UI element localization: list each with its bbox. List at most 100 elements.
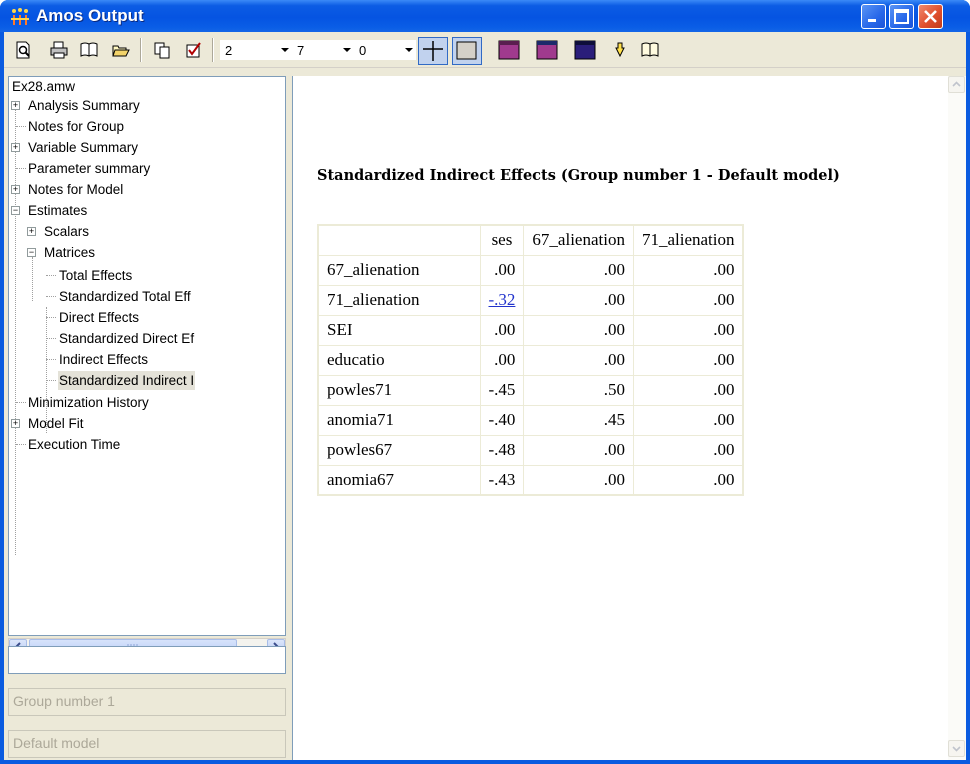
help-book-icon — [641, 42, 659, 57]
table-row: 67_alienation .00.00.00 — [317, 254, 744, 286]
close-button[interactable] — [918, 4, 943, 29]
column-width-combo[interactable]: 7 — [292, 40, 354, 60]
chevron-up-icon — [952, 81, 961, 87]
chevron-down-icon — [281, 48, 289, 52]
table-cell: -.32 — [479, 284, 525, 316]
open-file-button[interactable] — [109, 38, 133, 62]
toolbar-separator — [212, 38, 214, 62]
row-header: anomia67 — [317, 464, 481, 496]
third-combo[interactable]: 0 — [354, 40, 416, 60]
table-cell: .00 — [523, 344, 634, 376]
tree-item-label: Analysis Summary — [28, 98, 140, 113]
navigation-tree[interactable]: Ex28.amw + Analysis Summary Notes for Gr… — [8, 76, 286, 636]
close-icon — [924, 10, 937, 23]
value-link[interactable]: -.32 — [489, 290, 516, 309]
print-button[interactable] — [47, 38, 71, 62]
table-cell: -.40 — [479, 404, 525, 436]
copy-button[interactable] — [150, 38, 174, 62]
help-book-button[interactable] — [638, 38, 662, 62]
blank-field[interactable] — [8, 646, 286, 674]
table-cell: .00 — [479, 314, 525, 346]
tree-item-label: Standardized Total Eff — [59, 289, 191, 304]
table-row: powles67 -.48.00.00 — [317, 434, 744, 466]
maximize-icon — [894, 9, 909, 24]
content-vertical-scrollbar[interactable] — [948, 76, 966, 760]
minimize-button[interactable] — [861, 4, 886, 29]
column-width-value: 7 — [297, 43, 305, 58]
table-cell: .00 — [479, 254, 525, 286]
collapse-minus-icon[interactable]: − — [11, 206, 20, 215]
tree-item-label: Matrices — [44, 245, 96, 260]
table-cell: .00 — [632, 254, 744, 286]
tree-item-label: Variable Summary — [28, 140, 139, 155]
content-title: Standardized Indirect Effects (Group num… — [317, 167, 840, 184]
decimals-combo[interactable]: 2 — [220, 40, 292, 60]
tree-item-label: Standardized Direct Ef — [59, 331, 195, 346]
tree-item-label: Total Effects — [59, 268, 133, 283]
table-cell: .00 — [632, 344, 744, 376]
table-cell: -.45 — [479, 374, 525, 406]
table-cell: .00 — [523, 284, 634, 316]
table-cell: .45 — [523, 404, 634, 436]
square-border-icon — [456, 41, 477, 60]
tree-item-ex28[interactable]: Ex28.amw — [11, 77, 76, 96]
chevron-down-icon — [343, 48, 351, 52]
scroll-up-button[interactable] — [948, 76, 965, 93]
table-row: educatio .00.00.00 — [317, 344, 744, 376]
expand-plus-icon[interactable]: + — [11, 419, 20, 428]
row-color-button[interactable] — [532, 38, 562, 62]
toolbar-separator — [140, 38, 142, 62]
window-title: Amos Output — [36, 6, 144, 25]
magenta-header-icon — [498, 40, 520, 60]
tree-connector — [15, 105, 16, 555]
folder-open-icon — [112, 45, 130, 57]
table-cell: .00 — [479, 344, 525, 376]
navy-table-icon — [574, 40, 596, 60]
column-header: ses — [479, 224, 525, 256]
column-header — [317, 224, 481, 256]
table-cell: .00 — [523, 434, 634, 466]
expand-plus-icon[interactable]: + — [11, 185, 20, 194]
table-cell: .00 — [632, 374, 744, 406]
expand-plus-icon[interactable]: + — [27, 227, 36, 236]
maximize-button[interactable] — [889, 4, 914, 29]
row-header: powles71 — [317, 374, 481, 406]
tree-item-label: Ex28.amw — [12, 79, 76, 94]
table-color-button[interactable] — [570, 38, 600, 62]
options-button[interactable] — [182, 38, 206, 62]
tree-item-label: Model Fit — [28, 416, 84, 431]
table-row: anomia71 -.40.45.00 — [317, 404, 744, 436]
tree-item-label: Estimates — [28, 203, 88, 218]
table-cell: .00 — [632, 434, 744, 466]
column-header: 71_alienation — [632, 224, 744, 256]
tree-item-label: Execution Time — [28, 437, 121, 452]
tree-item-label: Standardized Indirect I — [58, 371, 196, 390]
group-selector[interactable]: Group number 1 — [8, 688, 286, 716]
table-row: powles71 -.45.50.00 — [317, 374, 744, 406]
tree-item-label: Direct Effects — [59, 310, 140, 325]
table-row: anomia67 -.43.00.00 — [317, 464, 744, 496]
model-selector[interactable]: Default model — [8, 730, 286, 758]
tree-item-label: Notes for Group — [28, 119, 125, 134]
collapse-minus-icon[interactable]: − — [27, 248, 36, 257]
scroll-down-button[interactable] — [948, 740, 965, 757]
border-toggle[interactable] — [452, 37, 482, 65]
row-header: SEI — [317, 314, 481, 346]
table-cell: .00 — [523, 254, 634, 286]
print-preview-button[interactable] — [12, 38, 36, 62]
help-button[interactable] — [608, 38, 632, 62]
book-icon — [80, 42, 98, 57]
print-preview-icon — [16, 41, 30, 59]
title-bar[interactable]: Amos Output — [0, 0, 970, 32]
gridlines-toggle[interactable] — [418, 37, 448, 65]
tree-item-label: Minimization History — [28, 395, 149, 410]
expand-plus-icon[interactable]: + — [11, 143, 20, 152]
pointer-help-icon — [615, 42, 625, 58]
column-header: 67_alienation — [523, 224, 634, 256]
header-color-button[interactable] — [494, 38, 524, 62]
table-row: 71_alienation -.32 .00.00 — [317, 284, 744, 316]
tree-item-label: Indirect Effects — [59, 352, 149, 367]
open-book-button[interactable] — [77, 38, 101, 62]
tree-item-label: Notes for Model — [28, 182, 124, 197]
expand-plus-icon[interactable]: + — [11, 101, 20, 110]
